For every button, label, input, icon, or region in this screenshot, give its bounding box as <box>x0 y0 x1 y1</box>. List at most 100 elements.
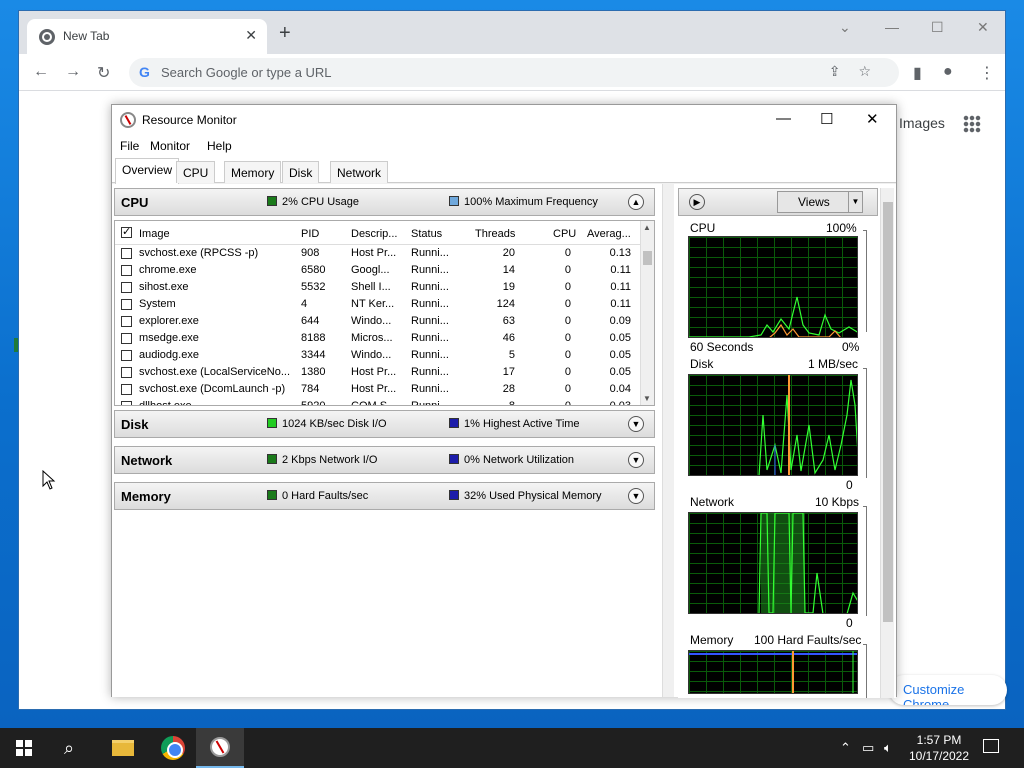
expand-icon[interactable]: ▼ <box>628 488 644 504</box>
scroll-thumb[interactable] <box>643 251 652 265</box>
tab-cpu[interactable]: CPU <box>176 161 216 183</box>
google-apps-icon[interactable] <box>963 115 981 133</box>
file-explorer-icon[interactable] <box>112 740 134 756</box>
chrome-taskbar-icon[interactable] <box>161 736 185 760</box>
tab-search-icon[interactable]: ⌄ <box>839 19 851 36</box>
tab-disk[interactable]: Disk <box>282 161 320 183</box>
menu-file[interactable]: File <box>120 139 139 153</box>
col-image[interactable]: Image <box>139 228 170 240</box>
share-star-icons[interactable]: ⇪☆ <box>829 63 889 80</box>
tab-close-icon[interactable]: ✕ <box>245 27 257 44</box>
minimize-icon[interactable]: — <box>885 19 899 35</box>
rm-body: CPU 2% CPU Usage 100% Maximum Frequency … <box>112 184 896 698</box>
tab-new-tab[interactable]: New Tab ✕ <box>27 19 267 54</box>
search-icon[interactable]: ⌕ <box>64 738 74 759</box>
table-row[interactable]: svchost.exe (RPCSS -p) 908 Host Pr... Runni… <box>115 245 641 262</box>
table-row[interactable]: chrome.exe 6580 Googl... Runni... 14 0 0.11 <box>115 262 641 279</box>
maximize-icon[interactable]: ☐ <box>931 19 944 36</box>
resource-monitor-icon <box>120 112 136 128</box>
scroll-down-icon[interactable]: ▼ <box>643 394 651 403</box>
cell-desc: Micros... <box>351 332 393 344</box>
resource-monitor-taskbar-button[interactable] <box>196 728 244 768</box>
omnibox[interactable]: G Search Google or type a URL ⇪☆ <box>129 58 899 87</box>
table-row[interactable]: System 4 NT Ker... Runni... 124 0 0.11 <box>115 296 641 313</box>
menu-kebab-icon[interactable]: ⋮ <box>979 63 995 83</box>
tab-overview[interactable]: Overview <box>115 158 180 184</box>
customize-chrome-button[interactable]: Customize Chrome <box>889 675 1007 705</box>
side-panel-icon[interactable]: ▮ <box>913 63 922 83</box>
row-checkbox[interactable] <box>121 367 132 378</box>
chevron-right-icon[interactable]: ▶ <box>689 194 705 210</box>
cell-avg: 0.05 <box>609 332 631 344</box>
col-average[interactable]: Averag... <box>587 228 631 240</box>
row-checkbox[interactable] <box>121 248 132 259</box>
select-all-checkbox[interactable] <box>121 225 132 238</box>
row-checkbox[interactable] <box>121 265 132 276</box>
table-row[interactable]: svchost.exe (DcomLaunch -p) 784 Host Pr...… <box>115 381 641 398</box>
views-button[interactable]: Views ▼ <box>777 191 863 213</box>
back-icon[interactable]: ← <box>33 63 49 81</box>
col-description[interactable]: Descrip... <box>351 228 397 240</box>
col-status[interactable]: Status <box>411 228 442 240</box>
network-section-header[interactable]: Network 2 Kbps Network I/O 0% Network Ut… <box>114 446 655 474</box>
tab-memory[interactable]: Memory <box>224 161 282 183</box>
left-pane-scrollbar[interactable] <box>662 184 674 697</box>
graphs-scrollbar[interactable] <box>880 188 894 698</box>
table-row[interactable]: svchost.exe (LocalServiceNo... 1380 Host P… <box>115 364 641 381</box>
rm-maximize-icon[interactable]: ☐ <box>820 110 833 128</box>
col-threads[interactable]: Threads <box>475 228 515 240</box>
table-row[interactable]: sihost.exe 5532 Shell I... Runni... 19 0 0.11 <box>115 279 641 296</box>
col-cpu[interactable]: CPU <box>553 228 576 240</box>
images-link[interactable]: Images <box>899 115 945 131</box>
cpu-usage-stat: 2% CPU Usage <box>267 196 359 208</box>
graph-scale-bracket <box>863 230 867 332</box>
row-checkbox[interactable] <box>121 333 132 344</box>
table-row[interactable]: explorer.exe 644 Windo... Runni... 63 0 0.09 <box>115 313 641 330</box>
cell-desc: NT Ker... <box>351 298 395 310</box>
graphs-scroll-thumb[interactable] <box>883 202 893 622</box>
expand-icon[interactable]: ▼ <box>628 416 644 432</box>
cell-pid: 3344 <box>301 349 326 361</box>
cpu-section-header[interactable]: CPU 2% CPU Usage 100% Maximum Frequency … <box>114 188 655 216</box>
profile-icon[interactable]: ● <box>943 63 953 81</box>
row-checkbox[interactable] <box>121 316 132 327</box>
network-tray-icon[interactable]: ▭ <box>862 740 874 756</box>
table-row[interactable]: dllhost.exe 5920 COM S... Runni... 8 0 0.03 <box>115 398 641 406</box>
menu-monitor[interactable]: Monitor <box>150 139 190 153</box>
new-tab-button[interactable]: + <box>279 23 291 43</box>
expand-icon[interactable]: ▼ <box>628 452 644 468</box>
row-checkbox[interactable] <box>121 350 132 361</box>
rm-close-icon[interactable]: ✕ <box>866 110 879 128</box>
collapse-icon[interactable]: ▲ <box>628 194 644 210</box>
cpu-frequency-stat: 100% Maximum Frequency <box>449 196 598 208</box>
reload-icon[interactable]: ↻ <box>97 63 110 83</box>
menu-help[interactable]: Help <box>207 139 232 153</box>
row-checkbox[interactable] <box>121 401 132 405</box>
cell-desc: Host Pr... <box>351 247 397 259</box>
table-row[interactable]: audiodg.exe 3344 Windo... Runni... 5 0 0.05 <box>115 347 641 364</box>
notification-center-icon[interactable] <box>983 739 999 753</box>
disk-section-header[interactable]: Disk 1024 KB/sec Disk I/O 1% Highest Act… <box>114 410 655 438</box>
tab-network[interactable]: Network <box>330 161 389 183</box>
cell-image: dllhost.exe <box>139 400 192 406</box>
cell-avg: 0.05 <box>609 349 631 361</box>
windows-start-icon[interactable] <box>16 740 32 756</box>
disk-graph-label: Disk <box>690 357 714 371</box>
forward-icon[interactable]: → <box>65 63 81 81</box>
cell-image: sihost.exe <box>139 281 189 293</box>
close-icon[interactable]: ✕ <box>977 19 989 36</box>
table-row[interactable]: msedge.exe 8188 Micros... Runni... 46 0 0.05 <box>115 330 641 347</box>
scroll-up-icon[interactable]: ▲ <box>643 223 651 232</box>
volume-icon[interactable]: 🔈︎ <box>884 740 892 756</box>
row-checkbox[interactable] <box>121 384 132 395</box>
col-pid[interactable]: PID <box>301 228 319 240</box>
taskbar-clock[interactable]: 1:57 PM 10/17/2022 <box>904 732 974 764</box>
tray-chevron-up-icon[interactable]: ⌃ <box>840 740 851 756</box>
views-dropdown-icon[interactable]: ▼ <box>848 192 862 212</box>
row-checkbox[interactable] <box>121 299 132 310</box>
rm-minimize-icon[interactable]: — <box>776 110 791 127</box>
row-checkbox[interactable] <box>121 282 132 293</box>
memory-section-header[interactable]: Memory 0 Hard Faults/sec 32% Used Physic… <box>114 482 655 510</box>
disk-active-legend-swatch <box>449 418 459 428</box>
process-table-scrollbar[interactable]: ▲ ▼ <box>640 221 654 405</box>
